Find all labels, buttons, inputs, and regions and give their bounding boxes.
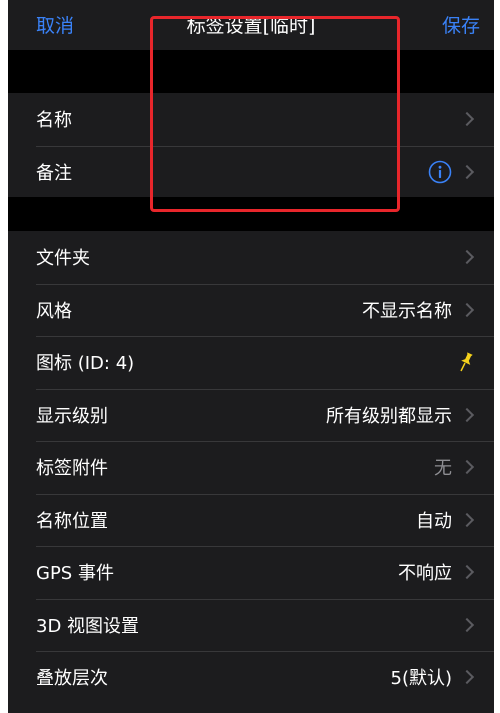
row-value: 无 bbox=[434, 458, 452, 480]
row-icon[interactable]: 图标 (ID: 4) bbox=[8, 336, 494, 389]
pushpin-icon bbox=[460, 352, 473, 372]
chevron-right-icon bbox=[459, 460, 475, 475]
row-stack-order[interactable]: 叠放层次 5(默认) bbox=[8, 651, 494, 704]
row-name-position[interactable]: 名称位置 自动 bbox=[8, 493, 494, 547]
right-edge bbox=[494, 0, 500, 713]
chevron-right-icon bbox=[459, 407, 475, 422]
row-label: 显示级别 bbox=[36, 405, 108, 427]
row-3d-view[interactable]: 3D 视图设置 bbox=[8, 598, 494, 652]
row-label: 叠放层次 bbox=[36, 668, 108, 690]
row-label: 备注 bbox=[36, 162, 72, 184]
row-value: 所有级别都显示 bbox=[326, 405, 452, 427]
row-label: GPS 事件 bbox=[36, 563, 114, 585]
chevron-right-icon bbox=[459, 164, 475, 179]
settings-screen: 取消 标签设置[临时] 保存 名称 备注 文件夹 风格 不显示名称 图标 (ID… bbox=[8, 0, 494, 713]
row-folder[interactable]: 文件夹 bbox=[8, 231, 494, 284]
row-label: 风格 bbox=[36, 300, 72, 322]
row-label: 文件夹 bbox=[36, 248, 90, 270]
chevron-right-icon bbox=[459, 112, 475, 127]
chevron-right-icon bbox=[459, 512, 475, 527]
row-style[interactable]: 风格 不显示名称 bbox=[8, 283, 494, 337]
row-label: 标签附件 bbox=[36, 458, 108, 480]
row-value: 不显示名称 bbox=[362, 300, 452, 322]
chevron-right-icon bbox=[459, 302, 475, 317]
row-value: 自动 bbox=[416, 510, 452, 532]
row-label: 名称位置 bbox=[36, 510, 108, 532]
info-circle-icon[interactable] bbox=[428, 160, 452, 184]
red-annotation-box bbox=[150, 16, 400, 212]
tag-settings-group: 文件夹 风格 不显示名称 图标 (ID: 4) 显示级别 所有级别都显示 标签附… bbox=[8, 231, 494, 713]
row-value: 5(默认) bbox=[390, 668, 453, 690]
row-value: 不响应 bbox=[398, 563, 452, 585]
save-button[interactable]: 保存 bbox=[442, 11, 480, 38]
row-label: 3D 视图设置 bbox=[36, 615, 140, 637]
row-gps-event[interactable]: GPS 事件 不响应 bbox=[8, 546, 494, 599]
chevron-right-icon bbox=[459, 250, 475, 265]
left-edge bbox=[0, 0, 8, 713]
chevron-right-icon bbox=[459, 670, 475, 685]
chevron-right-icon bbox=[459, 617, 475, 632]
row-label: 名称 bbox=[36, 110, 72, 132]
row-label: 图标 (ID: 4) bbox=[36, 353, 135, 375]
row-display-level[interactable]: 显示级别 所有级别都显示 bbox=[8, 388, 494, 442]
row-attachment[interactable]: 标签附件 无 bbox=[8, 441, 494, 494]
chevron-right-icon bbox=[459, 565, 475, 580]
